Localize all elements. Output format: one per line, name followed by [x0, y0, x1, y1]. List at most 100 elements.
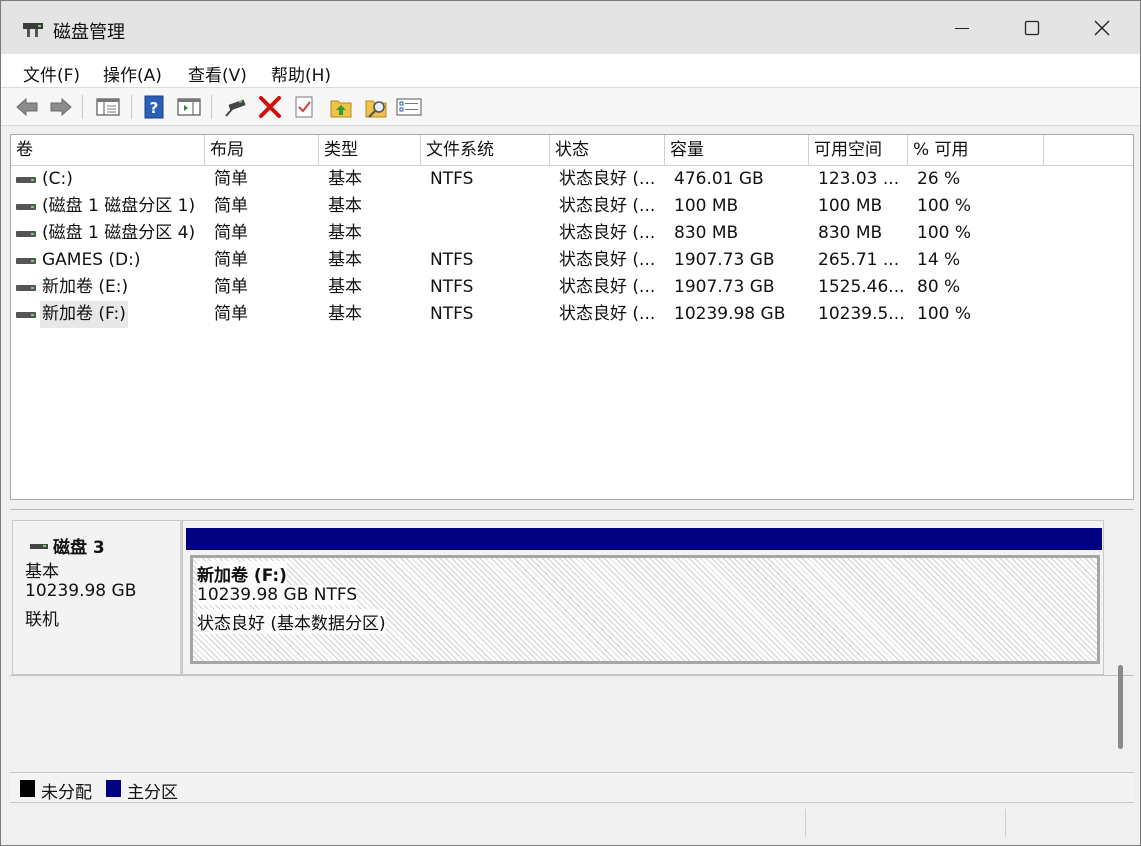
- volume-type: 基本: [328, 196, 362, 216]
- legend: 未分配 主分区: [10, 772, 1134, 803]
- close-icon: [1094, 20, 1110, 35]
- volume-status: 状态良好 (...: [559, 169, 656, 189]
- column-header-free-space[interactable]: 可用空间: [809, 135, 908, 166]
- volume-layout: 简单: [214, 304, 248, 324]
- volume-status: 状态良好 (...: [559, 196, 656, 216]
- volume-free-space: 1525.46...: [818, 277, 905, 297]
- column-header-volume[interactable]: 卷: [11, 135, 205, 166]
- volume-list-header: 卷 布局 类型 文件系统 状态 容量 可用空间 % 可用: [11, 135, 1133, 166]
- action-pane-icon[interactable]: [176, 94, 202, 120]
- partition-body[interactable]: 新加卷 (F:) 10239.98 GB NTFS 状态良好 (基本数据分区): [190, 555, 1100, 664]
- delete-icon[interactable]: [257, 94, 283, 120]
- volume-row-selected[interactable]: 新加卷 (F:) 简单 基本 NTFS 状态良好 (... 10239.98 G…: [11, 301, 1133, 328]
- volume-name: (C:): [42, 169, 73, 189]
- disk-icon: [30, 544, 48, 549]
- volume-row[interactable]: GAMES (D:) 简单 基本 NTFS 状态良好 (... 1907.73 …: [11, 247, 1133, 274]
- minimize-icon: [955, 27, 969, 29]
- volume-free-space: 265.71 ...: [818, 250, 900, 270]
- volume-row[interactable]: (磁盘 1 磁盘分区 1) 简单 基本 状态良好 (... 100 MB 100…: [11, 193, 1133, 220]
- volume-capacity: 10239.98 GB: [674, 304, 786, 324]
- toolbar: ?: [1, 88, 1140, 126]
- maximize-icon: [1024, 20, 1040, 35]
- volume-status: 状态良好 (...: [559, 250, 656, 270]
- refresh-icon[interactable]: [328, 94, 354, 120]
- back-icon[interactable]: [14, 94, 40, 120]
- column-header-percent-free[interactable]: % 可用: [908, 135, 1044, 166]
- drive-icon: [16, 258, 36, 264]
- pane-splitter[interactable]: [10, 500, 1134, 510]
- drive-icon: [16, 285, 36, 291]
- partition-block[interactable]: 新加卷 (F:) 10239.98 GB NTFS 状态良好 (基本数据分区): [182, 520, 1104, 675]
- volume-capacity: 1907.73 GB: [674, 250, 775, 270]
- volume-layout: 简单: [214, 223, 248, 243]
- drive-icon: [16, 204, 36, 210]
- legend-primary-label: 主分区: [127, 783, 178, 803]
- console-tree-icon[interactable]: [95, 94, 121, 120]
- volume-name: (磁盘 1 磁盘分区 1): [42, 196, 196, 216]
- disk-type: 基本: [25, 562, 59, 582]
- menu-view[interactable]: 查看(V): [188, 61, 247, 86]
- column-header-filesystem[interactable]: 文件系统: [421, 135, 550, 166]
- volume-percent-free: 14 %: [917, 250, 961, 270]
- partition-status: 状态良好 (基本数据分区): [197, 609, 386, 634]
- disk-management-app-icon: [23, 23, 43, 37]
- volume-type: 基本: [328, 304, 362, 324]
- volume-capacity: 830 MB: [674, 223, 739, 243]
- disk-name: 磁盘 3: [53, 538, 105, 558]
- column-header-capacity[interactable]: 容量: [665, 135, 809, 166]
- drive-icon: [16, 177, 36, 183]
- volume-free-space: 123.03 ...: [818, 169, 900, 189]
- volume-row[interactable]: (磁盘 1 磁盘分区 4) 简单 基本 状态良好 (... 830 MB 830…: [11, 220, 1133, 247]
- close-button[interactable]: [1067, 1, 1137, 54]
- svg-text:?: ?: [150, 99, 159, 117]
- volume-name: 新加卷 (E:): [42, 277, 129, 297]
- volume-type: 基本: [328, 223, 362, 243]
- disk-state: 联机: [25, 610, 59, 630]
- column-header-type[interactable]: 类型: [319, 135, 421, 166]
- search-icon[interactable]: [363, 94, 389, 120]
- volume-row[interactable]: 新加卷 (E:) 简单 基本 NTFS 状态良好 (... 1907.73 GB…: [11, 274, 1133, 301]
- status-separator: [1005, 809, 1006, 837]
- volume-status: 状态良好 (...: [559, 223, 656, 243]
- disk-divider: [10, 675, 1134, 676]
- maximize-button[interactable]: [997, 1, 1067, 54]
- partition-size-fs: 10239.98 GB NTFS: [197, 585, 358, 605]
- disk-info-panel[interactable]: 磁盘 3 基本 10239.98 GB 联机: [12, 520, 182, 675]
- volume-name: 新加卷 (F:): [40, 301, 128, 328]
- volume-free-space: 100 MB: [818, 196, 883, 216]
- toolbar-separator: [82, 95, 83, 119]
- volume-list[interactable]: 卷 布局 类型 文件系统 状态 容量 可用空间 % 可用 (C:) 简单 基本 …: [10, 134, 1134, 500]
- forward-icon[interactable]: [48, 94, 74, 120]
- volume-capacity: 1907.73 GB: [674, 277, 775, 297]
- vertical-scrollbar-thumb[interactable]: [1118, 665, 1123, 749]
- properties-icon[interactable]: [291, 94, 317, 120]
- drive-icon: [16, 312, 36, 318]
- volume-filesystem: NTFS: [430, 169, 474, 189]
- volume-capacity: 476.01 GB: [674, 169, 764, 189]
- settings-icon[interactable]: [396, 94, 422, 120]
- volume-row[interactable]: (C:) 简单 基本 NTFS 状态良好 (... 476.01 GB 123.…: [11, 166, 1133, 193]
- status-separator: [805, 809, 806, 837]
- connect-icon[interactable]: [222, 94, 248, 120]
- menu-file[interactable]: 文件(F): [23, 61, 80, 86]
- volume-layout: 简单: [214, 169, 248, 189]
- toolbar-separator: [131, 95, 132, 119]
- column-header-status[interactable]: 状态: [550, 135, 665, 166]
- menu-help[interactable]: 帮助(H): [271, 61, 331, 86]
- volume-layout: 简单: [214, 277, 248, 297]
- volume-percent-free: 100 %: [917, 196, 972, 216]
- disk-management-window: 磁盘管理 文件(F) 操作(A) 查看(V) 帮助(H) ? 卷 布局 类型 文…: [0, 0, 1141, 846]
- volume-percent-free: 80 %: [917, 277, 961, 297]
- legend-unallocated-label: 未分配: [41, 783, 92, 803]
- menu-action[interactable]: 操作(A): [103, 61, 162, 86]
- unallocated-swatch: [20, 780, 35, 797]
- column-header-layout[interactable]: 布局: [205, 135, 319, 166]
- volume-name: GAMES (D:): [42, 250, 141, 270]
- volume-name: (磁盘 1 磁盘分区 4): [42, 223, 196, 243]
- volume-type: 基本: [328, 169, 362, 189]
- partition-name: 新加卷 (F:): [197, 561, 287, 586]
- toolbar-separator: [211, 95, 212, 119]
- minimize-button[interactable]: [927, 1, 997, 54]
- help-icon[interactable]: ?: [141, 94, 167, 120]
- volume-percent-free: 100 %: [917, 304, 972, 324]
